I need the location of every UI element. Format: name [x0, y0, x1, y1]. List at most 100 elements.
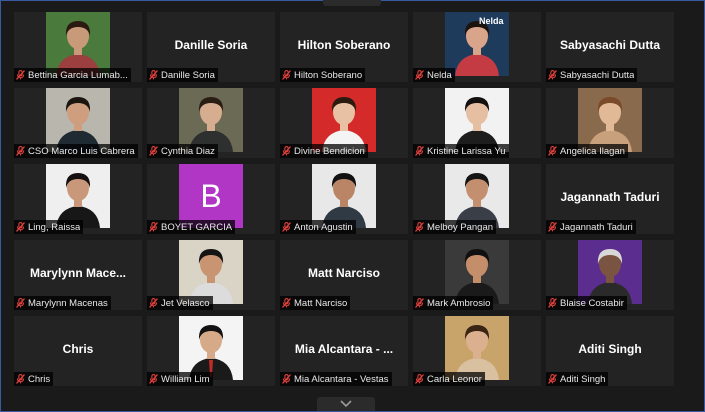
- participant-name-label: Blaise Costabir: [546, 296, 627, 310]
- muted-mic-icon: [149, 374, 158, 384]
- participant-tile[interactable]: Chris Chris: [14, 316, 142, 386]
- muted-mic-icon: [415, 222, 424, 232]
- participant-name-label: BOYET GARCIA: [147, 220, 236, 234]
- participant-tile[interactable]: Ling, Raissa: [14, 164, 142, 234]
- muted-mic-icon: [282, 70, 291, 80]
- participant-video: [445, 240, 509, 304]
- muted-mic-icon: [16, 146, 25, 156]
- participant-name-text: Chris: [28, 373, 51, 385]
- participant-video-image: [445, 316, 509, 380]
- participant-tile[interactable]: Matt Narciso Matt Narciso: [280, 240, 408, 310]
- participant-tile[interactable]: Sabyasachi Dutta Sabyasachi Dutta: [546, 12, 674, 82]
- participant-video: [46, 12, 110, 76]
- participant-video: [578, 240, 642, 304]
- participant-name-label: Kristine Larissa Yu: [413, 144, 509, 158]
- participant-name-label: Melboy Pangan: [413, 220, 497, 234]
- participant-name-text: Nelda: [427, 69, 452, 81]
- participant-name-text: Melboy Pangan: [427, 221, 494, 233]
- participant-name-label: Bettina Garcia Lumab...: [14, 68, 131, 82]
- muted-mic-icon: [149, 146, 158, 156]
- participant-name-display: Chris: [62, 342, 94, 356]
- participant-name-label: Carla Leonor: [413, 372, 485, 386]
- participant-name-label: Divine Bendicion: [280, 144, 368, 158]
- participant-tile[interactable]: Jagannath Taduri Jagannath Taduri: [546, 164, 674, 234]
- participant-video-image: [46, 12, 110, 76]
- participant-name-label: Hilton Soberano: [280, 68, 366, 82]
- participant-tile[interactable]: B BOYET GARCIA: [147, 164, 275, 234]
- participant-name-text: Angelica Ilagan: [560, 145, 625, 157]
- participant-video-image: [179, 316, 243, 380]
- participant-name-label: Mia Alcantara - Vestas: [280, 372, 392, 386]
- participant-name-display: Jagannath Taduri: [560, 190, 660, 204]
- participant-tile[interactable]: Blaise Costabir: [546, 240, 674, 310]
- participant-video: [578, 88, 642, 152]
- participant-name-text: Danille Soria: [161, 69, 215, 81]
- participant-name-text: Jagannath Taduri: [560, 221, 633, 233]
- participant-tile[interactable]: Cynthia Diaz: [147, 88, 275, 158]
- participant-video-image: [179, 240, 243, 304]
- participant-tile[interactable]: Mia Alcantara - ... Mia Alcantara - Vest…: [280, 316, 408, 386]
- participant-tile[interactable]: CSO Marco Luis Cabrera: [14, 88, 142, 158]
- participant-name-label: Jagannath Taduri: [546, 220, 636, 234]
- participant-tile[interactable]: Nelda Nelda: [413, 12, 541, 82]
- participant-tile[interactable]: Danille Soria Danille Soria: [147, 12, 275, 82]
- participant-tile[interactable]: Angelica Ilagan: [546, 88, 674, 158]
- participant-tile[interactable]: Melboy Pangan: [413, 164, 541, 234]
- participant-video-image: [46, 88, 110, 152]
- participant-video-image: [578, 240, 642, 304]
- participant-name-label: Anton Agustin: [280, 220, 356, 234]
- participant-name-label: William Lim: [147, 372, 213, 386]
- participant-name-display: Aditi Singh: [578, 342, 642, 356]
- participant-tile[interactable]: Carla Leonor: [413, 316, 541, 386]
- participant-tile[interactable]: Marylynn Mace... Marylynn Macenas: [14, 240, 142, 310]
- top-toolbar-handle[interactable]: [323, 0, 381, 6]
- muted-mic-icon: [282, 298, 291, 308]
- muted-mic-icon: [548, 70, 557, 80]
- participant-name-text: Bettina Garcia Lumab...: [28, 69, 128, 81]
- muted-mic-icon: [548, 374, 557, 384]
- participant-tile[interactable]: William Lim: [147, 316, 275, 386]
- muted-mic-icon: [548, 146, 557, 156]
- gallery-view: Bettina Garcia Lumab... Danille Soria Da…: [0, 0, 705, 412]
- participant-tile[interactable]: Bettina Garcia Lumab...: [14, 12, 142, 82]
- video-overlay-text: Nelda: [479, 16, 504, 26]
- participant-tile[interactable]: Jet Velasco: [147, 240, 275, 310]
- participant-name-display: Hilton Soberano: [297, 38, 391, 52]
- participant-name-text: Blaise Costabir: [560, 297, 624, 309]
- participant-name-label: Mark Ambrosio: [413, 296, 494, 310]
- participant-tile[interactable]: Hilton Soberano Hilton Soberano: [280, 12, 408, 82]
- participant-name-label: Aditi Singh: [546, 372, 609, 386]
- participant-name-label: Jet Velasco: [147, 296, 213, 310]
- participant-name-text: BOYET GARCIA: [161, 221, 233, 233]
- participant-video-image: [312, 88, 376, 152]
- participant-tile[interactable]: Aditi Singh Aditi Singh: [546, 316, 674, 386]
- muted-mic-icon: [16, 222, 25, 232]
- participant-name-text: William Lim: [161, 373, 210, 385]
- muted-mic-icon: [415, 70, 424, 80]
- participant-tile[interactable]: Anton Agustin: [280, 164, 408, 234]
- muted-mic-icon: [548, 298, 557, 308]
- chevron-down-icon: [340, 400, 352, 408]
- participant-name-label: Ling, Raissa: [14, 220, 84, 234]
- muted-mic-icon: [149, 70, 158, 80]
- participant-video-image: [445, 88, 509, 152]
- participant-name-label: Cynthia Diaz: [147, 144, 218, 158]
- muted-mic-icon: [149, 222, 158, 232]
- participant-name-label: Angelica Ilagan: [546, 144, 628, 158]
- muted-mic-icon: [282, 222, 291, 232]
- show-toolbar-button[interactable]: [317, 397, 375, 411]
- muted-mic-icon: [548, 222, 557, 232]
- participant-name-text: Divine Bendicion: [294, 145, 365, 157]
- participant-tile[interactable]: Divine Bendicion: [280, 88, 408, 158]
- participant-name-text: Mia Alcantara - Vestas: [294, 373, 389, 385]
- participant-tile[interactable]: Kristine Larissa Yu: [413, 88, 541, 158]
- participant-tile[interactable]: Mark Ambrosio: [413, 240, 541, 310]
- muted-mic-icon: [16, 70, 25, 80]
- participant-video-image: [578, 88, 642, 152]
- participant-name-text: Jet Velasco: [161, 297, 210, 309]
- participant-name-label: Danille Soria: [147, 68, 218, 82]
- participant-video-image: [312, 164, 376, 228]
- muted-mic-icon: [415, 298, 424, 308]
- participant-name-display: Danille Soria: [174, 38, 248, 52]
- participant-name-text: CSO Marco Luis Cabrera: [28, 145, 135, 157]
